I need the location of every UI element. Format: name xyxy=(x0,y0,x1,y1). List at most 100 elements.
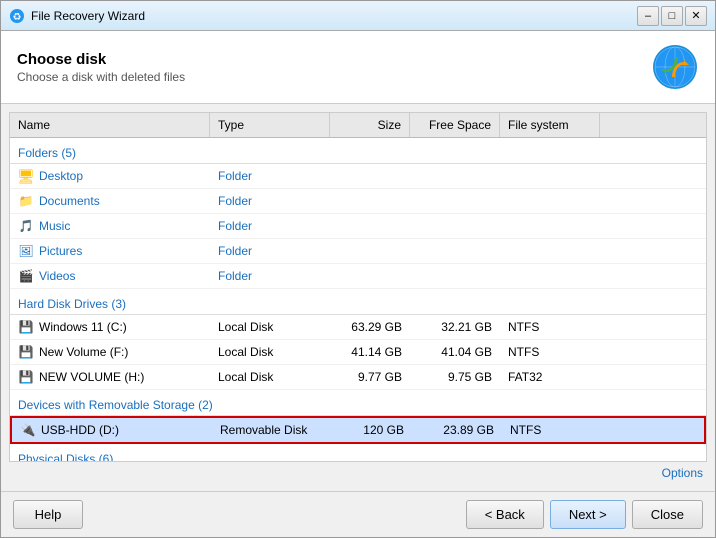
row-size: 63.29 GB xyxy=(330,315,410,339)
table-header: Name Type Size Free Space File system xyxy=(10,113,706,138)
row-size xyxy=(330,164,410,188)
row-fs: NTFS xyxy=(500,315,600,339)
row-type: Folder xyxy=(210,164,330,188)
music-icon: 🎵 xyxy=(18,218,34,234)
col-spacer xyxy=(600,113,616,137)
row-free xyxy=(410,239,500,263)
row-type: Local Disk xyxy=(210,365,330,389)
col-freespace[interactable]: Free Space xyxy=(410,113,500,137)
footer: Help < Back Next > Close xyxy=(1,491,715,537)
row-size: 9.77 GB xyxy=(330,365,410,389)
row-free xyxy=(410,164,500,188)
row-name: 🎬 Videos xyxy=(10,264,210,288)
disk-list-table[interactable]: Name Type Size Free Space File system Fo… xyxy=(9,112,707,462)
title-bar: ♻ File Recovery Wizard – □ ✕ xyxy=(1,1,715,31)
table-row[interactable]: 🖥 Desktop Folder xyxy=(10,164,706,189)
row-fs xyxy=(500,264,600,288)
row-size xyxy=(330,214,410,238)
header-logo xyxy=(651,43,699,91)
row-end xyxy=(600,315,616,339)
back-button[interactable]: < Back xyxy=(466,500,544,529)
row-name: 💾 Windows 11 (C:) xyxy=(10,315,210,339)
row-name: 💾 New Volume (F:) xyxy=(10,340,210,364)
row-type: Folder xyxy=(210,264,330,288)
hdd-icon: 💾 xyxy=(18,344,34,360)
row-type: Folder xyxy=(210,239,330,263)
row-free xyxy=(410,214,500,238)
row-name: 🔌 USB-HDD (D:) xyxy=(12,418,212,442)
close-button[interactable]: Close xyxy=(632,500,703,529)
close-window-button[interactable]: ✕ xyxy=(685,6,707,26)
row-end xyxy=(600,239,616,263)
row-end xyxy=(600,365,616,389)
header-text-block: Choose disk Choose a disk with deleted f… xyxy=(17,51,651,84)
row-end xyxy=(600,340,616,364)
table-row[interactable]: 💾 NEW VOLUME (H:) Local Disk 9.77 GB 9.7… xyxy=(10,365,706,390)
row-size xyxy=(330,264,410,288)
pictures-icon: 🖼 xyxy=(18,243,34,259)
table-row[interactable]: 💾 Windows 11 (C:) Local Disk 63.29 GB 32… xyxy=(10,315,706,340)
help-button[interactable]: Help xyxy=(13,500,83,529)
row-free: 41.04 GB xyxy=(410,340,500,364)
row-fs: FAT32 xyxy=(500,365,600,389)
window: ♻ File Recovery Wizard – □ ✕ Choose disk… xyxy=(0,0,716,538)
row-type: Folder xyxy=(210,214,330,238)
table-row[interactable]: 💾 New Volume (F:) Local Disk 41.14 GB 41… xyxy=(10,340,706,365)
footer-left: Help xyxy=(13,500,466,529)
row-size xyxy=(330,189,410,213)
row-name: 🎵 Music xyxy=(10,214,210,238)
section-removable: Devices with Removable Storage (2) xyxy=(10,392,706,416)
row-size: 120 GB xyxy=(332,418,412,442)
row-free: 9.75 GB xyxy=(410,365,500,389)
maximize-button[interactable]: □ xyxy=(661,6,683,26)
section-folders: Folders (5) xyxy=(10,140,706,164)
row-free xyxy=(410,189,500,213)
table-row[interactable]: 🎬 Videos Folder xyxy=(10,264,706,289)
next-button[interactable]: Next > xyxy=(550,500,626,529)
row-size xyxy=(330,239,410,263)
row-type: Local Disk xyxy=(210,340,330,364)
app-icon: ♻ xyxy=(9,8,25,24)
row-name: 💾 NEW VOLUME (H:) xyxy=(10,365,210,389)
wizard-header: Choose disk Choose a disk with deleted f… xyxy=(1,31,715,104)
row-name: 🖼 Pictures xyxy=(10,239,210,263)
hdd-icon: 💾 xyxy=(18,369,34,385)
folder-icon: 🖥 xyxy=(18,168,34,184)
options-link[interactable]: Options xyxy=(662,466,703,480)
main-content: Name Type Size Free Space File system Fo… xyxy=(1,104,715,491)
folder-icon: 📁 xyxy=(18,193,34,209)
row-fs: NTFS xyxy=(500,340,600,364)
row-fs xyxy=(500,164,600,188)
row-fs: NTFS xyxy=(502,418,602,442)
row-end xyxy=(600,264,616,288)
col-name[interactable]: Name xyxy=(10,113,210,137)
options-row: Options xyxy=(9,462,707,483)
table-row[interactable]: 📁 Documents Folder xyxy=(10,189,706,214)
row-fs xyxy=(500,189,600,213)
row-type: Folder xyxy=(210,189,330,213)
row-type: Local Disk xyxy=(210,315,330,339)
row-end xyxy=(600,214,616,238)
row-size: 41.14 GB xyxy=(330,340,410,364)
row-free xyxy=(410,264,500,288)
row-fs xyxy=(500,239,600,263)
footer-right: < Back Next > Close xyxy=(466,500,703,529)
table-row[interactable]: 🖼 Pictures Folder xyxy=(10,239,706,264)
row-end xyxy=(600,189,616,213)
col-size[interactable]: Size xyxy=(330,113,410,137)
row-free: 23.89 GB xyxy=(412,418,502,442)
minimize-button[interactable]: – xyxy=(637,6,659,26)
table-row-selected[interactable]: 🔌 USB-HDD (D:) Removable Disk 120 GB 23.… xyxy=(10,416,706,444)
hdd-icon: 💾 xyxy=(18,319,34,335)
col-type[interactable]: Type xyxy=(210,113,330,137)
section-physical: Physical Disks (6) xyxy=(10,446,706,462)
row-type: Removable Disk xyxy=(212,418,332,442)
table-row[interactable]: 🎵 Music Folder xyxy=(10,214,706,239)
header-subtitle: Choose a disk with deleted files xyxy=(17,70,651,84)
svg-text:♻: ♻ xyxy=(13,12,22,23)
row-fs xyxy=(500,214,600,238)
col-filesystem[interactable]: File system xyxy=(500,113,600,137)
row-name: 🖥 Desktop xyxy=(10,164,210,188)
window-title: File Recovery Wizard xyxy=(31,9,635,23)
videos-icon: 🎬 xyxy=(18,268,34,284)
